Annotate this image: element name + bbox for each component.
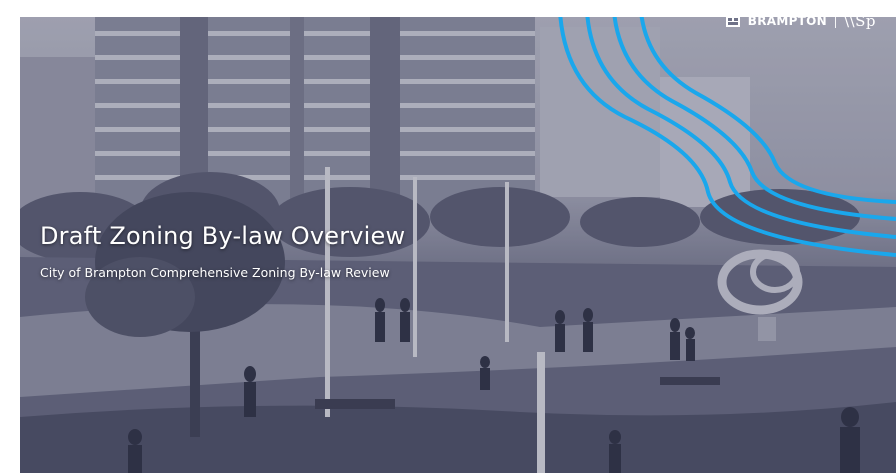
brampton-crest-icon <box>725 15 740 27</box>
partner-logos: BRAMPTON \\Sp <box>725 12 876 30</box>
brampton-logo-text: BRAMPTON <box>747 14 827 28</box>
logo-divider <box>835 14 836 28</box>
slide-title: Draft Zoning By-law Overview <box>40 222 406 250</box>
wsp-logo-text: \\Sp <box>844 12 876 30</box>
title-slide: Draft Zoning By-law Overview City of Bra… <box>0 0 896 473</box>
slide-subtitle: City of Brampton Comprehensive Zoning By… <box>40 265 390 280</box>
